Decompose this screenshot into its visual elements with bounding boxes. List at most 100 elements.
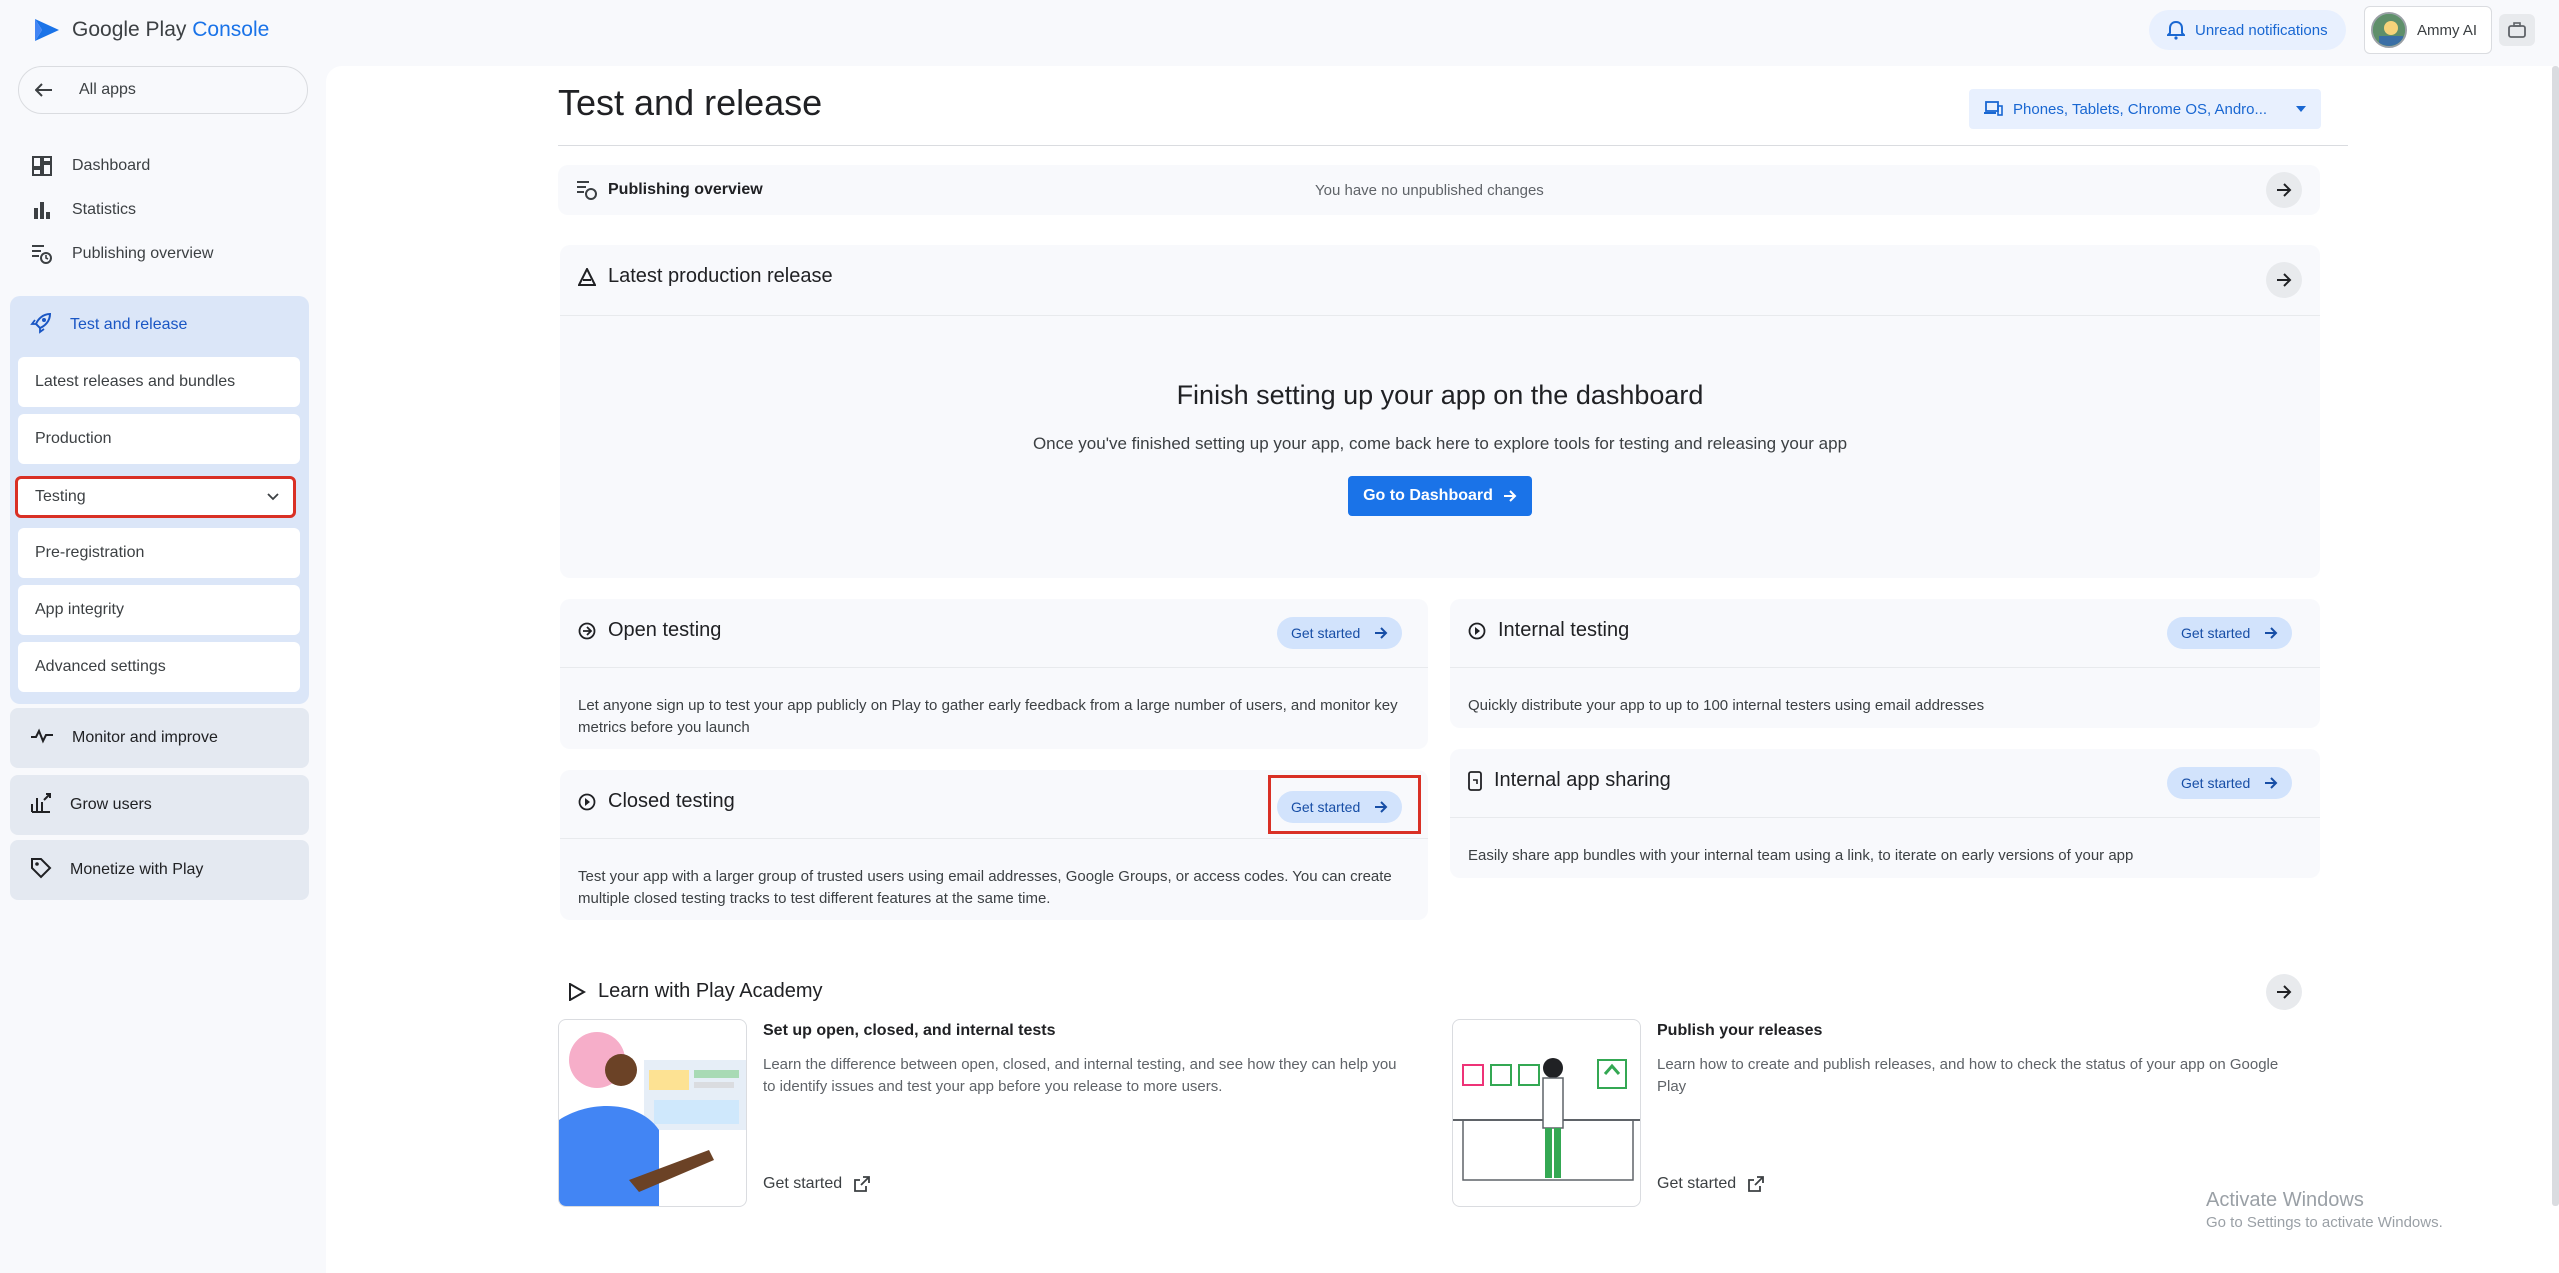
subitem-label: Production <box>35 430 112 447</box>
latest-production-label: Latest production release <box>608 265 833 287</box>
publishing-overview-label: Publishing overview <box>608 181 763 198</box>
sidebar-subitem-latest-releases[interactable]: Latest releases and bundles <box>18 357 300 407</box>
sidebar-subitem-advanced-settings[interactable]: Advanced settings <box>18 642 300 692</box>
get-started-label: Get started <box>1291 625 1361 641</box>
publishing-icon <box>577 181 597 200</box>
activate-windows-title: Activate Windows <box>2206 1189 2364 1211</box>
grow-icon <box>30 792 52 819</box>
publishing-overview-row[interactable]: Publishing overview You have no unpublis… <box>558 165 2320 215</box>
sidebar-group-monitor-and-improve[interactable]: Monitor and improve <box>10 708 309 768</box>
sidebar-item-dashboard[interactable]: Dashboard <box>30 149 150 183</box>
internal-testing-title: Internal testing <box>1498 619 1630 641</box>
sidebar-subitem-pre-registration[interactable]: Pre-registration <box>18 528 300 578</box>
group-label: Grow users <box>70 796 152 813</box>
developer-account-button[interactable] <box>2499 14 2535 46</box>
highlight-box <box>1268 775 1421 834</box>
all-apps-button[interactable]: All apps <box>18 66 308 114</box>
production-icon <box>578 267 596 286</box>
rocket-icon <box>30 312 52 339</box>
closed-testing-icon <box>578 793 596 810</box>
unread-notifications-button[interactable]: Unread notifications <box>2149 10 2346 50</box>
learn-item-get-started-link[interactable]: Get started <box>763 1175 871 1193</box>
group-label: Monetize with Play <box>70 861 204 878</box>
go-to-dashboard-button[interactable]: Go to Dashboard <box>1348 476 1532 516</box>
learn-item-get-started-link[interactable]: Get started <box>1657 1175 1765 1193</box>
internal-testing-icon <box>1468 622 1486 639</box>
sidebar-item-label: Test and release <box>70 316 188 333</box>
arrow-right-icon <box>2277 183 2292 197</box>
phone-share-icon <box>1468 770 1482 791</box>
main-scrollbar[interactable] <box>2552 66 2559 1206</box>
latest-production-arrow-button[interactable] <box>2266 262 2302 298</box>
get-started-link-label: Get started <box>763 1175 843 1192</box>
get-started-label: Get started <box>2181 625 2251 641</box>
play-academy-title: Learn with Play Academy <box>598 980 823 1002</box>
closed-testing-title: Closed testing <box>608 790 735 812</box>
page-title: Test and release <box>558 82 823 123</box>
account-name: Ammy AI <box>2417 21 2478 39</box>
monitor-icon <box>30 728 54 749</box>
sidebar-group-grow-users[interactable]: Grow users <box>10 775 309 835</box>
internal-testing-get-started-button[interactable]: Get started <box>2167 617 2293 649</box>
arrow-right-icon <box>1503 490 1517 502</box>
internal-testing-card: Internal testing Get started Quickly dis… <box>1450 599 2320 728</box>
subitem-label: Pre-registration <box>35 544 145 561</box>
sidebar-item-test-and-release[interactable]: Test and release <box>30 308 187 342</box>
learn-item-title: Set up open, closed, and internal tests <box>763 1022 1056 1039</box>
subitem-label: App integrity <box>35 601 124 618</box>
briefcase-icon <box>2508 22 2526 38</box>
learn-item-description: Learn how to create and publish releases… <box>1657 1056 2279 1095</box>
arrow-right-icon <box>1375 627 1388 639</box>
testing-illustration <box>558 1019 747 1207</box>
avatar <box>2371 12 2407 48</box>
sidebar-item-label: Publishing overview <box>72 245 214 262</box>
publishing-status: You have no unpublished changes <box>1315 181 1544 199</box>
open-testing-get-started-button[interactable]: Get started <box>1277 617 1403 649</box>
publishing-icon <box>30 242 54 266</box>
play-academy-arrow-button[interactable] <box>2266 974 2302 1010</box>
finish-setup-title: Finish setting up your app on the dashbo… <box>1176 380 1704 410</box>
subitem-label: Testing <box>35 488 86 505</box>
device-filter-value: Phones, Tablets, Chrome OS, Andro... <box>2013 100 2268 118</box>
latest-production-release-card: Latest production release <box>560 245 2320 578</box>
internal-testing-description: Quickly distribute your app to up to 100… <box>1468 697 1985 714</box>
sidebar-subitem-app-integrity[interactable]: App integrity <box>18 585 300 635</box>
sidebar-subitem-testing[interactable]: Testing <box>15 476 296 518</box>
closed-testing-description: Test your app with a larger group of tru… <box>578 868 1392 907</box>
subitem-label: Latest releases and bundles <box>35 373 236 390</box>
publish-illustration <box>1452 1019 1641 1207</box>
tag-icon <box>30 857 52 884</box>
sidebar-item-label: Dashboard <box>72 157 151 174</box>
sidebar-item-publishing-overview[interactable]: Publishing overview <box>30 237 213 271</box>
play-academy-icon <box>569 982 586 1001</box>
learn-item-title: Publish your releases <box>1657 1022 1823 1039</box>
finish-setup-description: Once you've finished setting up your app… <box>1032 434 1848 453</box>
sidebar-group-monetize-with-play[interactable]: Monetize with Play <box>10 840 309 900</box>
bell-icon <box>2167 20 2185 40</box>
go-to-dashboard-label: Go to Dashboard <box>1363 487 1493 504</box>
sidebar-item-label: Statistics <box>72 201 137 218</box>
open-testing-icon <box>578 622 596 639</box>
arrow-right-icon <box>2265 627 2278 639</box>
arrow-right-icon <box>2277 985 2292 999</box>
sidebar-item-statistics[interactable]: Statistics <box>30 193 136 227</box>
internal-app-sharing-get-started-button[interactable]: Get started <box>2167 767 2293 799</box>
internal-app-sharing-card: Internal app sharing Get started Easily … <box>1450 749 2320 878</box>
device-filter-select[interactable]: Phones, Tablets, Chrome OS, Andro... <box>1969 89 2321 129</box>
account-chip[interactable]: Ammy AI <box>2364 6 2492 54</box>
brand-text: Google Play Console <box>72 18 270 41</box>
sidebar-subitem-production[interactable]: Production <box>18 414 300 464</box>
bar-chart-icon <box>30 198 54 222</box>
devices-icon <box>1984 101 2003 116</box>
open-testing-card: Open testing Get started Let anyone sign… <box>560 599 1428 749</box>
activate-windows-subtitle: Go to Settings to activate Windows. <box>2206 1214 2443 1231</box>
all-apps-label: All apps <box>79 81 136 98</box>
publishing-overview-arrow-button[interactable] <box>2266 172 2302 208</box>
play-console-logo[interactable]: Google Play Console <box>32 16 269 44</box>
get-started-label: Get started <box>2181 775 2251 791</box>
dashboard-icon <box>30 154 54 178</box>
internal-app-sharing-title: Internal app sharing <box>1494 769 1671 791</box>
chevron-down-icon <box>267 493 279 501</box>
open-testing-description: Let anyone sign up to test your app publ… <box>578 697 1398 736</box>
play-academy-header: Learn with Play Academy <box>568 980 823 1003</box>
